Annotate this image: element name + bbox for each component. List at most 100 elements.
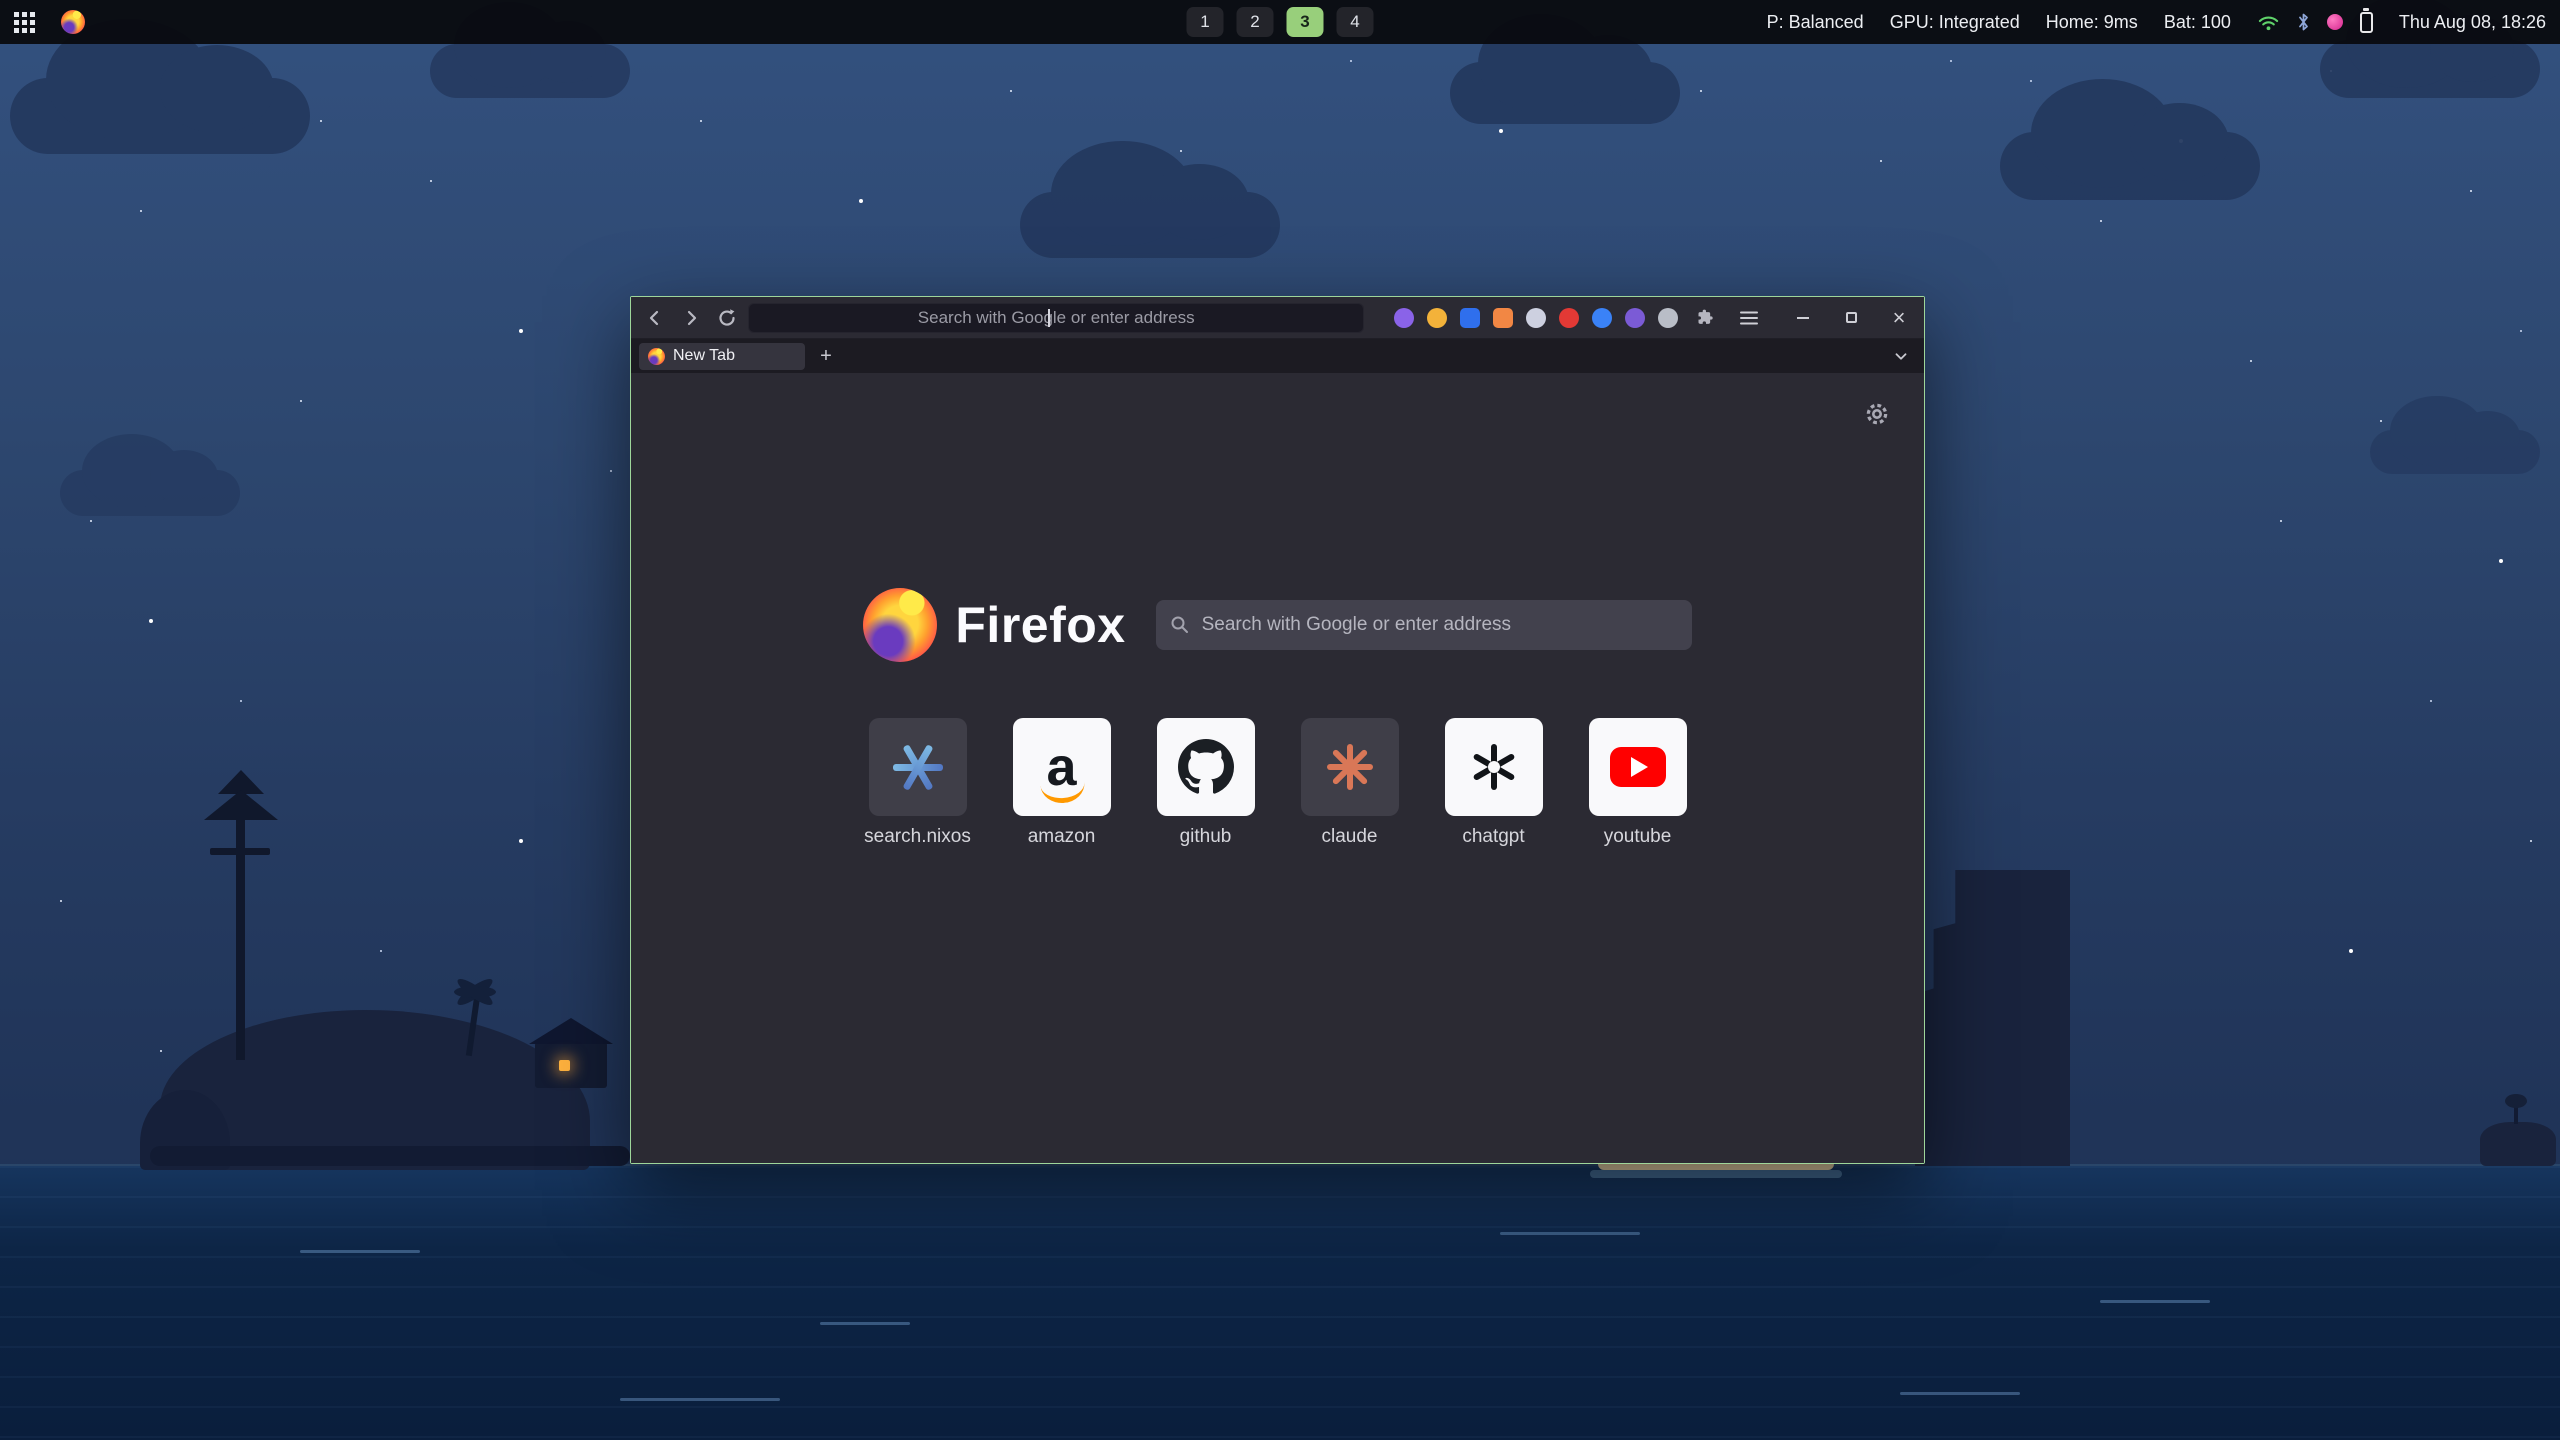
text-caret (1048, 309, 1050, 327)
extension-icon-6[interactable] (1559, 308, 1579, 328)
battery-status: Bat: 100 (2164, 12, 2231, 33)
firefox-wordmark: Firefox (955, 596, 1125, 654)
youtube-play-icon (1610, 747, 1666, 787)
menu-button[interactable] (1734, 303, 1764, 333)
shortcut-search-nixos[interactable]: search.nixos (869, 718, 967, 848)
shortcut-youtube[interactable]: youtube (1589, 718, 1687, 848)
island-rocks (150, 1146, 630, 1166)
workspace-switcher: 1 2 3 4 (1187, 7, 1374, 37)
wave (620, 1398, 780, 1401)
power-profile-status: P: Balanced (1767, 12, 1864, 33)
app-launcher-icon[interactable] (14, 12, 35, 33)
newtab-search-input[interactable] (1200, 613, 1678, 637)
shortcut-amazon[interactable]: a amazon (1013, 718, 1111, 848)
extension-icons (1394, 303, 1764, 333)
extension-icon-3[interactable] (1460, 308, 1480, 328)
status-bar: 1 2 3 4 P: Balanced GPU: Integrated Home… (0, 0, 2560, 44)
reload-button[interactable] (713, 303, 741, 333)
shortcut-tile[interactable]: a (1013, 718, 1111, 816)
clock: Thu Aug 08, 18:26 (2399, 12, 2546, 33)
hamburger-icon (1740, 310, 1758, 326)
shortcut-tile[interactable] (1157, 718, 1255, 816)
extension-icon-1[interactable] (1394, 308, 1414, 328)
minimize-icon (1797, 317, 1809, 319)
urlbar-placeholder: Search with Google or enter address (918, 308, 1195, 328)
far-islet (2480, 1122, 2556, 1166)
chevron-down-icon (1892, 347, 1910, 365)
browser-toolbar: Search with Google or enter address (631, 297, 1924, 339)
gpu-status: GPU: Integrated (1890, 12, 2020, 33)
shortcut-chatgpt[interactable]: chatgpt (1445, 718, 1543, 848)
shortcut-grid: search.nixos a amazon github (869, 718, 1687, 848)
shortcut-tile[interactable] (1301, 718, 1399, 816)
statusbar-right: P: Balanced GPU: Integrated Home: 9ms Ba… (1767, 12, 2546, 33)
newtab-hero: Firefox (863, 588, 1691, 662)
extension-icon-8[interactable] (1625, 308, 1645, 328)
workspace-button-2[interactable]: 2 (1237, 7, 1274, 37)
extensions-button[interactable] (1691, 303, 1721, 333)
newtab-settings-button[interactable] (1864, 401, 1890, 427)
extension-icon-5[interactable] (1526, 308, 1546, 328)
recorder-indicator-icon (2327, 14, 2343, 30)
cloud (1450, 62, 1680, 124)
shortcut-label: claude (1322, 826, 1378, 848)
shortcut-tile[interactable] (1589, 718, 1687, 816)
shortcut-claude[interactable]: claude (1301, 718, 1399, 848)
cliff (1915, 870, 2070, 1166)
hut-lit-window (559, 1060, 570, 1071)
urlbar[interactable]: Search with Google or enter address (748, 303, 1364, 333)
cliff-island (1900, 870, 2080, 1166)
puzzle-icon (1696, 308, 1716, 328)
shortcut-label: chatgpt (1462, 826, 1524, 848)
watchtower-roof (204, 790, 278, 820)
firefox-logo (863, 588, 937, 662)
cloud (60, 470, 240, 516)
extension-icon-7[interactable] (1592, 308, 1612, 328)
close-button[interactable]: × (1884, 303, 1914, 333)
shortcut-label: github (1180, 826, 1232, 848)
close-icon: × (1893, 307, 1906, 329)
wifi-icon (2257, 13, 2280, 31)
tab-label: New Tab (673, 347, 735, 365)
hut-roof (529, 1018, 613, 1044)
island-watchtower (140, 790, 660, 1170)
shortcut-github[interactable]: github (1157, 718, 1255, 848)
wave (300, 1250, 420, 1253)
extension-icon-4[interactable] (1493, 308, 1513, 328)
shortcut-label: youtube (1604, 826, 1672, 848)
forward-button[interactable] (677, 303, 705, 333)
islet-tree (2514, 1104, 2518, 1124)
workspace-button-1[interactable]: 1 (1187, 7, 1224, 37)
tab-new-tab[interactable]: New Tab (639, 343, 805, 370)
firefox-launcher-icon[interactable] (61, 10, 85, 34)
bluetooth-icon (2297, 12, 2310, 32)
maximize-icon (1846, 312, 1857, 323)
cloud (1020, 192, 1280, 258)
nixos-snowflake-icon (892, 741, 944, 793)
statusbar-left (14, 10, 85, 34)
shortcut-tile[interactable] (869, 718, 967, 816)
list-all-tabs-button[interactable] (1892, 347, 1910, 365)
shortcut-tile[interactable] (1445, 718, 1543, 816)
search-icon (1170, 615, 1190, 635)
minimize-button[interactable] (1788, 303, 1818, 333)
maximize-button[interactable] (1836, 303, 1866, 333)
shallow-water (1590, 1170, 1842, 1178)
extension-icon-2[interactable] (1427, 308, 1447, 328)
back-button[interactable] (641, 303, 669, 333)
window-controls: × (1788, 303, 1914, 333)
gear-icon (1864, 401, 1890, 427)
statusbar-icons (2257, 12, 2373, 33)
desktop: { "colors": { "workspace_active": "#98cf… (0, 0, 2560, 1440)
workspace-button-4[interactable]: 4 (1337, 7, 1374, 37)
watchtower-platform (210, 848, 270, 855)
hut (535, 1042, 607, 1088)
newtab-page: Firefox search.nixos a amazon (631, 373, 1924, 1163)
chevron-left-icon (645, 308, 665, 328)
extension-icon-9[interactable] (1658, 308, 1678, 328)
new-tab-button[interactable]: + (813, 343, 839, 369)
newtab-search-box[interactable] (1156, 600, 1692, 650)
workspace-button-3-active[interactable]: 3 (1287, 7, 1324, 37)
firefox-tab-icon (648, 348, 665, 365)
shortcut-label: amazon (1028, 826, 1096, 848)
